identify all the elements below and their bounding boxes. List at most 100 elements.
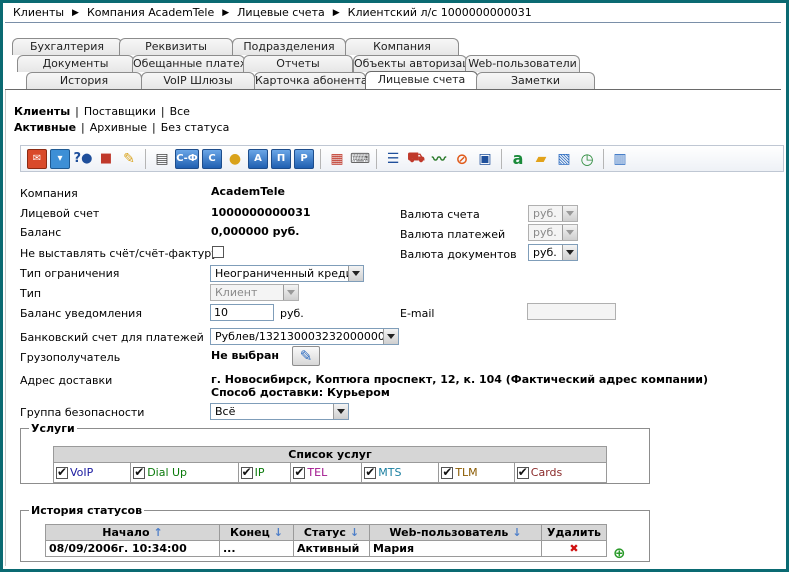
breadcrumb-company[interactable]: Компания AcademTele <box>87 6 214 19</box>
column-web-user[interactable]: Web-пользователь ↓ <box>369 524 542 541</box>
tab-web-users[interactable]: Web-пользователи <box>465 55 580 72</box>
coins-icon[interactable]: ● <box>225 149 245 169</box>
tab-requisites[interactable]: Реквизиты <box>119 38 233 55</box>
delivery-address-label: Адрес доставки <box>20 374 113 387</box>
chevron-down-icon <box>562 245 577 260</box>
account-currency-select[interactable]: руб. <box>528 205 578 222</box>
tab-accounts[interactable]: Лицевые счета <box>365 71 478 90</box>
account-label: Лицевой счет <box>20 207 100 220</box>
tab-reports[interactable]: Отчеты <box>243 55 353 72</box>
calendar-icon[interactable]: ▦ <box>327 149 347 169</box>
breadcrumb-separator-icon: ▶ <box>222 7 230 18</box>
filter-archived[interactable]: Архивные <box>90 121 147 134</box>
tab-subscriber-card[interactable]: Карточка абонента <box>254 72 366 89</box>
document-currency-select[interactable]: руб. <box>528 244 578 261</box>
breadcrumb-clients[interactable]: Клиенты <box>13 6 64 19</box>
tab-documents[interactable]: Документы <box>17 55 134 72</box>
chevron-down-icon <box>333 404 348 419</box>
filter-active[interactable]: Активные <box>14 121 76 134</box>
truck-icon[interactable]: ⛟ <box>406 149 426 169</box>
tab-divisions[interactable]: Подразделения <box>232 38 346 55</box>
card-icon[interactable]: ▣ <box>475 149 495 169</box>
column-start[interactable]: Начало ↑ <box>45 524 220 541</box>
account-panel: Клиенты | Поставщики | Все Активные | Архивные… <box>5 90 784 566</box>
help-users-icon[interactable]: ?● <box>73 149 93 169</box>
column-end[interactable]: Конец ↓ <box>219 524 294 541</box>
bank-account-select[interactable]: Рублев/13213000323200000025 <box>210 328 399 345</box>
type-value: Клиент <box>215 286 258 299</box>
service-checkbox[interactable] <box>364 465 377 479</box>
toolbar-separator <box>320 148 321 169</box>
service-checkbox[interactable] <box>133 465 146 479</box>
tab-accounting[interactable]: Бухгалтерия <box>12 38 122 55</box>
green-a-icon[interactable]: a <box>508 149 528 169</box>
notify-balance-unit: руб. <box>280 307 304 320</box>
folder-icon[interactable]: ▰ <box>531 149 551 169</box>
account-value: 1000000000031 <box>211 206 311 219</box>
breadcrumb: Клиенты ▶ Компания AcademTele ▶ Лицевые … <box>5 3 781 23</box>
service-cell: VoIP <box>52 462 132 483</box>
filter-type: Клиенты | Поставщики | Все <box>14 105 190 118</box>
r-icon[interactable]: Р <box>294 148 314 169</box>
email-input[interactable] <box>527 303 616 320</box>
service-checkbox[interactable] <box>516 465 529 479</box>
consignee-edit-button[interactable]: ✎ <box>292 346 320 366</box>
toolbar-separator <box>603 148 604 169</box>
delivery-method-value: Способ доставки: Курьером <box>211 386 390 399</box>
tab-voip-gateways[interactable]: VoIP Шлюзы <box>141 72 255 89</box>
service-checkbox[interactable] <box>441 465 454 479</box>
service-checkbox[interactable] <box>293 465 306 479</box>
history-start: 08/09/2006г. 10:34:00 <box>45 540 220 557</box>
payment-currency-value: руб. <box>533 226 557 239</box>
sf-icon[interactable]: С-Ф <box>175 148 199 169</box>
ledger-icon[interactable]: ▤ <box>152 149 172 169</box>
security-group-label: Группа безопасности <box>20 406 145 419</box>
service-checkbox[interactable] <box>240 465 253 479</box>
p-icon[interactable]: П <box>271 148 291 169</box>
company-label: Компания <box>20 187 78 200</box>
service-cell: MTS <box>361 462 440 483</box>
filter-no-status[interactable]: Без статуса <box>161 121 230 134</box>
chevron-down-icon <box>562 206 577 221</box>
chart-icon[interactable]: 〰 <box>429 149 449 169</box>
security-group-select[interactable]: Всё <box>210 403 349 420</box>
no-invoice-checkbox[interactable] <box>212 246 224 258</box>
add-status-icon[interactable]: ⊕ <box>613 544 631 562</box>
notify-balance-input[interactable]: 10 <box>210 304 274 321</box>
a-icon[interactable]: А <box>248 148 268 169</box>
block-icon[interactable]: ⊘ <box>452 149 472 169</box>
bank-account-value: Рублев/13213000323200000025 <box>215 330 399 343</box>
breadcrumb-separator-icon: ▶ <box>72 7 79 18</box>
delete-icon[interactable]: ✖ <box>541 540 607 557</box>
type-select[interactable]: Клиент <box>210 284 299 301</box>
service-item: Cards <box>516 465 604 479</box>
clock-icon[interactable]: ◷ <box>577 149 597 169</box>
chart-check-icon[interactable]: ▧ <box>554 149 574 169</box>
filter-clients[interactable]: Клиенты <box>14 105 70 118</box>
edit-icon[interactable]: ✎ <box>119 149 139 169</box>
mail-icon[interactable]: ✉ <box>27 148 47 169</box>
list-icon[interactable]: ☰ <box>383 149 403 169</box>
report-icon[interactable]: ▥ <box>610 149 630 169</box>
payment-currency-select[interactable]: руб. <box>528 224 578 241</box>
tab-promised-payments[interactable]: Обещанные платежи <box>132 55 245 72</box>
breadcrumb-accounts[interactable]: Лицевые счета <box>237 6 325 19</box>
status-history-legend: История статусов <box>31 504 143 517</box>
download-icon[interactable]: ▾ <box>50 148 70 169</box>
tab-auth-objects[interactable]: Объекты авторизации <box>353 55 467 72</box>
type-label: Тип <box>20 287 42 300</box>
boxes-icon[interactable]: ■ <box>96 149 116 169</box>
tab-notes[interactable]: Заметки <box>476 72 595 89</box>
service-checkbox[interactable] <box>56 465 68 479</box>
limit-type-select[interactable]: Неограниченный кредит <box>210 265 364 282</box>
tab-history[interactable]: История <box>26 72 142 89</box>
limit-type-value: Неограниченный кредит <box>215 267 360 280</box>
keyboard-icon[interactable]: ⌨ <box>350 149 370 169</box>
filter-all[interactable]: Все <box>170 105 190 118</box>
c-icon[interactable]: С <box>202 148 222 169</box>
filter-suppliers[interactable]: Поставщики <box>84 105 156 118</box>
column-status[interactable]: Статус ↓ <box>293 524 370 541</box>
service-label: IP <box>254 466 265 479</box>
table-row: 08/09/2006г. 10:34:00 ... Активный Мария… <box>45 540 607 557</box>
tab-company[interactable]: Компания <box>345 38 459 55</box>
